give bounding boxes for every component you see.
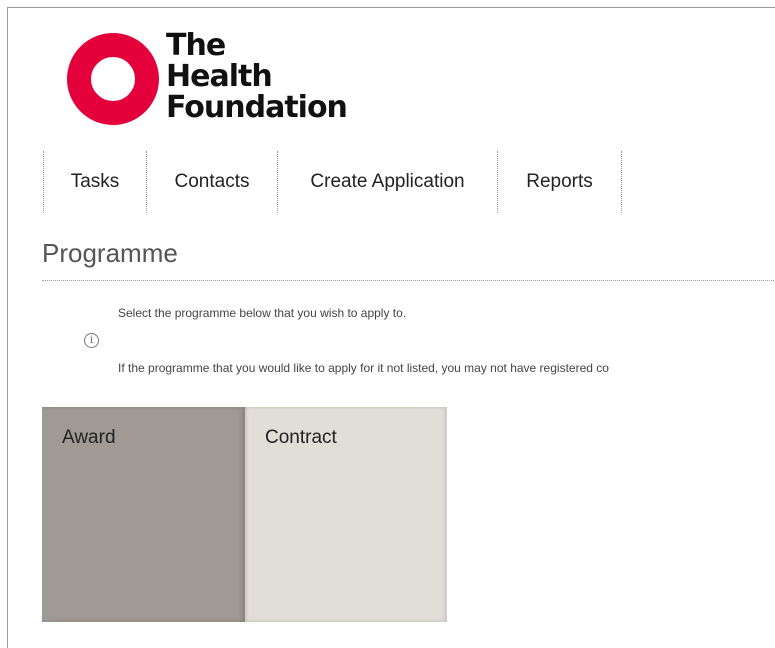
main-nav: Tasks Contacts Create Application Report… [43, 151, 622, 213]
info-text-line-2: If the programme that you would like to … [118, 361, 609, 375]
programme-tile-label: Award [62, 427, 116, 448]
programme-tile-contract[interactable]: Contract [245, 407, 447, 622]
nav-item-create-application[interactable]: Create Application [278, 151, 498, 213]
logo-line-1: The [166, 28, 226, 63]
title-divider [42, 280, 775, 281]
programme-tile-award[interactable]: Award [42, 407, 245, 622]
logo-ring-icon [67, 33, 159, 125]
nav-item-contacts[interactable]: Contacts [147, 151, 278, 213]
info-icon: i [84, 333, 99, 348]
page-title: Programme [42, 238, 178, 268]
info-text-line-1: Select the programme below that you wish… [118, 306, 407, 320]
logo-line-2: Health [166, 59, 273, 94]
nav-item-tasks[interactable]: Tasks [43, 151, 147, 213]
logo-wordmark: The Health Foundation [166, 28, 348, 125]
nav-item-reports[interactable]: Reports [498, 151, 622, 213]
logo-line-3: Foundation [166, 90, 348, 125]
programme-tile-label: Contract [265, 427, 337, 448]
health-foundation-logo[interactable]: The Health Foundation [67, 30, 367, 130]
